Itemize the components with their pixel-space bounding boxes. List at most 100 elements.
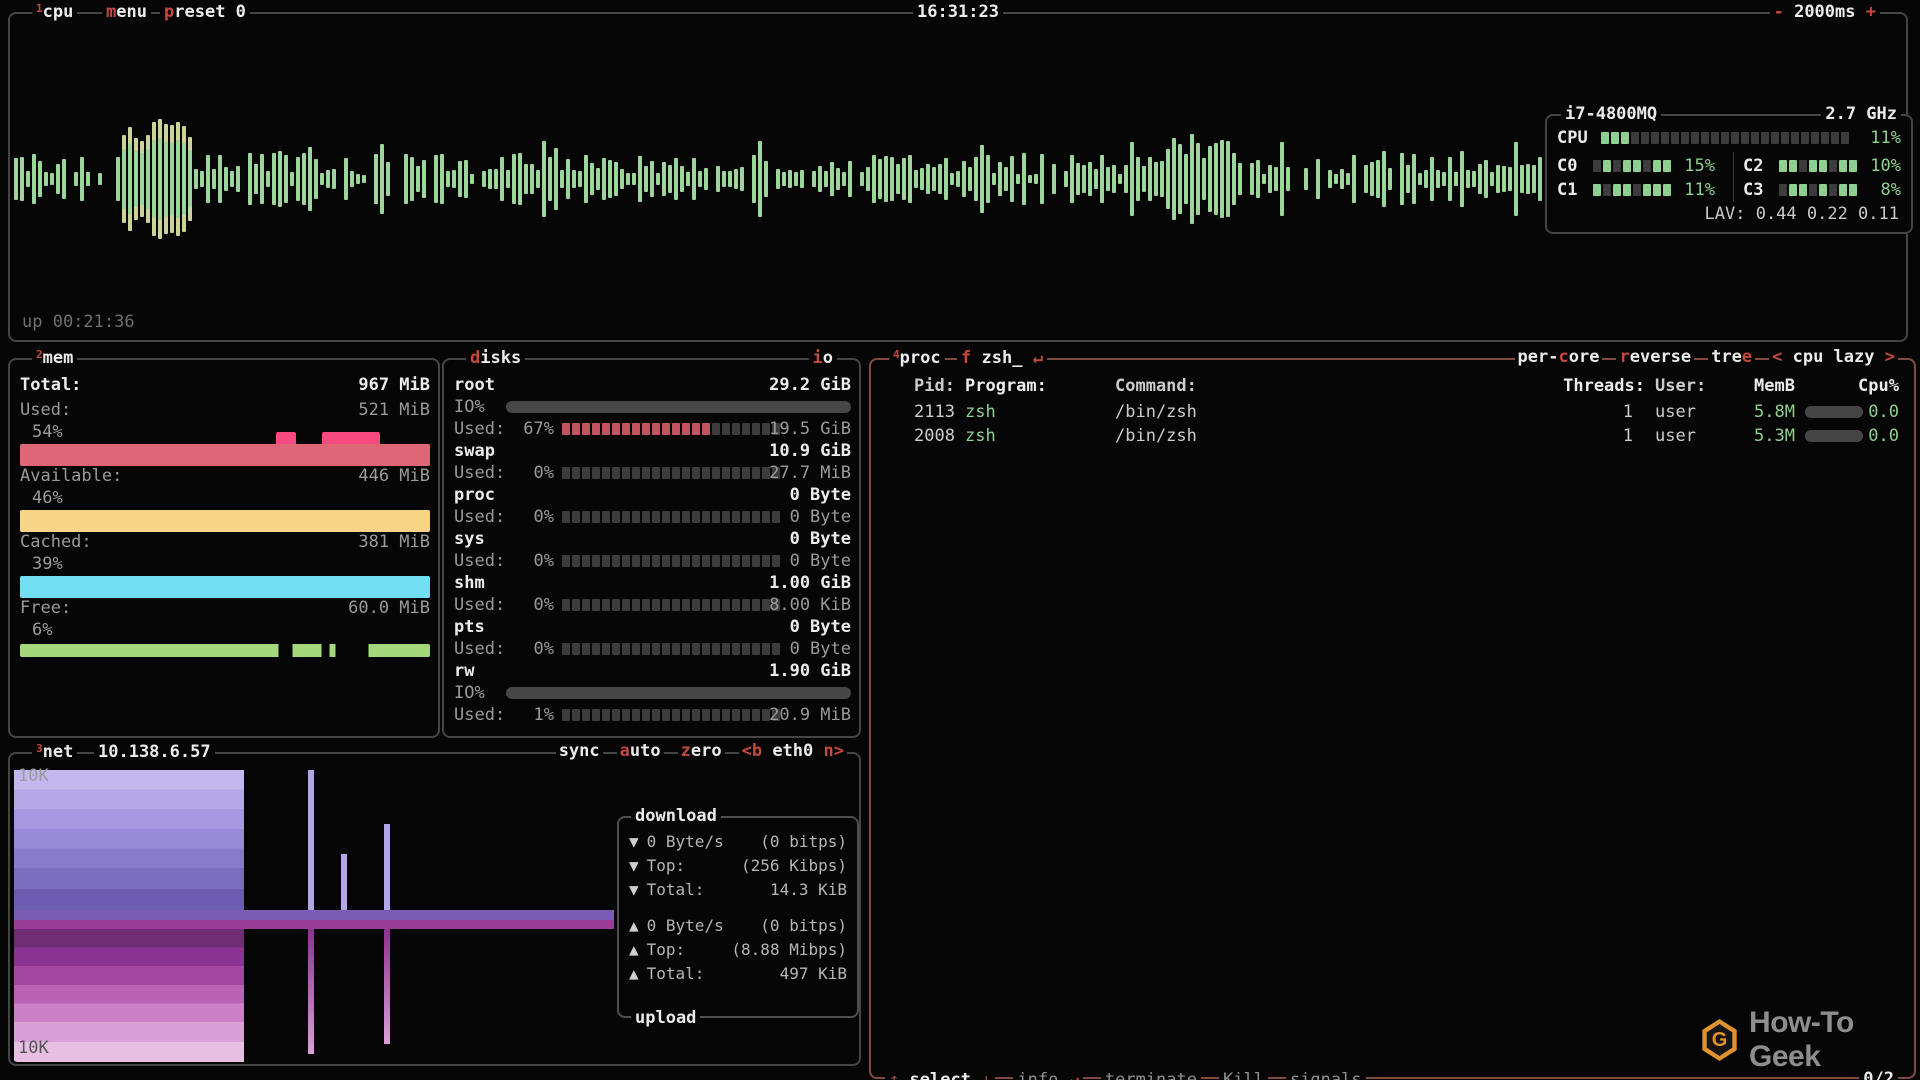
net-box: 3net 10.138.6.57 sync auto zero <b eth0 …	[8, 752, 861, 1066]
header-pid[interactable]: Pid:	[907, 374, 955, 398]
net-stat-row: ▲Total:497 KiB	[629, 962, 847, 986]
header-threads[interactable]: Threads:	[1563, 374, 1645, 398]
net-stat-label: Top:	[647, 856, 686, 875]
disk-used-label: Used:	[454, 639, 505, 659]
disk-name: swap	[454, 441, 495, 461]
disk-used-row: Used:0%8.00 KiB	[454, 594, 851, 616]
mem-row-label: Free:	[20, 598, 71, 618]
download-spike	[308, 770, 314, 910]
disk-used-percent: 67%	[504, 418, 554, 440]
interval-decrease-button[interactable]: -	[1774, 2, 1784, 22]
net-box-number[interactable]: 3	[36, 742, 43, 755]
disk-size: 0 Byte	[790, 616, 851, 638]
reverse-toggle[interactable]: reverse	[1616, 347, 1694, 367]
disk-name-row[interactable]: swap10.9 GiB	[454, 440, 851, 462]
update-interval: - 2000ms +	[1770, 1, 1880, 23]
net-zero-toggle[interactable]: zero	[678, 741, 725, 761]
proc-box-title[interactable]: 4proc	[889, 347, 945, 369]
header-cpu[interactable]: Cpu%	[1857, 374, 1899, 398]
process-row[interactable]: 2008zsh/bin/zsh1user5.3M0.0	[873, 424, 1912, 448]
direction-arrow-icon: ▼	[629, 832, 639, 851]
disk-used-label: Used:	[454, 419, 505, 439]
direction-arrow-icon: ▼	[629, 856, 639, 875]
process-cpu: 0.0	[1857, 424, 1899, 448]
header-user[interactable]: User:	[1655, 374, 1706, 398]
io-mode-toggle[interactable]: io	[809, 347, 838, 369]
proc-box-number[interactable]: 4	[893, 348, 900, 361]
preset-button[interactable]: preset 0	[160, 1, 250, 23]
sort-selector[interactable]: < cpu lazy >	[1769, 347, 1898, 367]
disk-name: pts	[454, 617, 485, 637]
cpu-box-number[interactable]: 1	[36, 2, 43, 15]
disk-name-row[interactable]: shm1.00 GiB	[454, 572, 851, 594]
disk-name: sys	[454, 529, 485, 549]
disk-size: 0 Byte	[790, 484, 851, 506]
mem-box-title[interactable]: 2mem	[32, 347, 77, 369]
disk-name-row[interactable]: rw1.90 GiB	[454, 660, 851, 682]
core-graph	[1779, 184, 1857, 196]
disk-used-label: Used:	[454, 463, 505, 483]
core-row: C38%	[1743, 180, 1901, 200]
net-box-title[interactable]: 3net	[32, 741, 77, 763]
cpu-total-percent: 11%	[1870, 128, 1901, 148]
net-stat-row: ▲Top:(8.88 Mibps)	[629, 938, 847, 962]
mem-section: Cached:381 MiB39%	[20, 532, 430, 598]
mem-section: Used:521 MiB54%	[20, 400, 430, 466]
header-program[interactable]: Program:	[965, 374, 1047, 398]
info-button[interactable]: info ↵	[1013, 1070, 1082, 1080]
process-mem: 5.8M	[1733, 400, 1795, 424]
net-stat-row: ▲0 Byte/s(0 bitps)	[629, 914, 847, 938]
disk-size: 1.00 GiB	[769, 572, 851, 594]
disk-name-row[interactable]: root29.2 GiB	[454, 374, 851, 396]
kill-button[interactable]: Kill	[1219, 1070, 1268, 1080]
header-command[interactable]: Command:	[1115, 374, 1197, 398]
direction-arrow-icon: ▼	[629, 880, 639, 899]
mem-row-value: 446 MiB	[358, 466, 430, 486]
process-threads: 1	[1563, 400, 1633, 424]
direction-arrow-icon: ▲	[629, 964, 639, 983]
disk-used-value: 20.9 MiB	[769, 704, 851, 726]
disk-used-label: Used:	[454, 705, 505, 725]
per-core-toggle[interactable]: per-core	[1515, 347, 1603, 367]
process-user: user	[1655, 424, 1696, 448]
cpu-box-title[interactable]: 1cpu	[32, 1, 77, 23]
signals-button[interactable]: signals	[1286, 1070, 1366, 1080]
tree-toggle[interactable]: tree	[1708, 347, 1755, 367]
mem-row-percent: 46%	[32, 488, 63, 508]
core-row: C210%	[1743, 156, 1901, 176]
process-user: user	[1655, 400, 1696, 424]
mem-box-number[interactable]: 2	[36, 348, 43, 361]
core-percent: 11%	[1684, 180, 1715, 200]
mem-row-label: Cached:	[20, 532, 92, 552]
interval-increase-button[interactable]: +	[1866, 2, 1876, 22]
disk-name-row[interactable]: proc0 Byte	[454, 484, 851, 506]
upload-spike	[308, 929, 314, 1054]
menu-button[interactable]: menu	[102, 1, 151, 23]
download-spike	[341, 854, 347, 910]
process-row[interactable]: 2113zsh/bin/zsh1user5.8M0.0	[873, 400, 1912, 424]
header-mem[interactable]: MemB	[1733, 374, 1795, 398]
disks-box-title[interactable]: disks	[466, 347, 525, 369]
direction-arrow-icon: ▲	[629, 916, 639, 935]
net-sync-toggle[interactable]: sync	[556, 741, 603, 761]
mem-row-graph	[20, 510, 430, 532]
mem-row-graph	[20, 644, 430, 657]
cpu-box: 1cpu menu preset 0 16:31:23 - 2000ms + i…	[8, 12, 1908, 342]
mem-row-value: 60.0 MiB	[348, 598, 430, 618]
core-label: C0	[1557, 156, 1577, 176]
select-control[interactable]: ↑ select ↓	[885, 1070, 995, 1080]
net-interface-switcher[interactable]: <b eth0 n>	[739, 741, 847, 761]
net-auto-toggle[interactable]: auto	[617, 741, 664, 761]
sort-prev-button[interactable]: <	[1772, 347, 1782, 367]
process-program: zsh	[965, 424, 996, 448]
disk-name-row[interactable]: sys0 Byte	[454, 528, 851, 550]
disk-name-row[interactable]: pts 0 Byte	[454, 616, 851, 638]
terminate-button[interactable]: terminate	[1101, 1070, 1201, 1080]
net-stat-label: Top:	[647, 940, 686, 959]
core-label: C1	[1557, 180, 1577, 200]
net-stats-panel: download upload ▼0 Byte/s(0 bitps)▼Top:(…	[617, 816, 859, 1018]
sort-next-button[interactable]: >	[1885, 347, 1895, 367]
cpu-frequency: 2.7 GHz	[1821, 103, 1901, 125]
proc-search-field[interactable]: f zsh_ ↵	[957, 347, 1047, 369]
net-stat-row: ▼Total:14.3 KiB	[629, 878, 847, 902]
